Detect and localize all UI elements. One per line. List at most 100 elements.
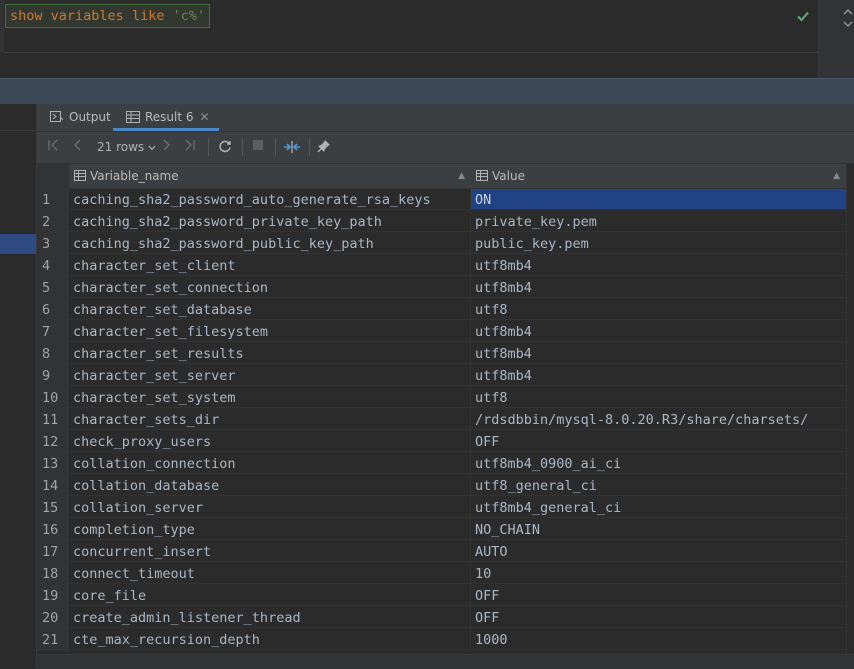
row-number: 20 xyxy=(37,607,69,629)
cell-variable-name[interactable]: connect_timeout xyxy=(69,563,471,584)
cell-variable-name[interactable]: collation_server xyxy=(69,497,471,518)
cell-variable-name[interactable]: caching_sha2_password_auto_generate_rsa_… xyxy=(69,189,471,210)
table-row[interactable]: 6 character_set_database utf8 xyxy=(37,299,846,321)
cell-variable-name[interactable]: check_proxy_users xyxy=(69,431,471,452)
pin-icon[interactable] xyxy=(316,139,332,155)
sort-icon[interactable]: ▲ xyxy=(458,164,465,188)
table-row[interactable]: 19 core_file OFF xyxy=(37,585,846,607)
previous-page-icon[interactable] xyxy=(72,139,84,155)
cell-variable-name[interactable]: character_set_server xyxy=(69,365,471,386)
cell-variable-name[interactable]: caching_sha2_password_private_key_path xyxy=(69,211,471,232)
refresh-icon[interactable] xyxy=(217,139,233,155)
table-row[interactable]: 12 check_proxy_users OFF xyxy=(37,431,846,453)
close-icon[interactable]: ✕ xyxy=(200,110,210,124)
cell-value[interactable]: utf8mb4_0900_ai_ci xyxy=(471,453,846,474)
cell-value[interactable]: utf8mb4 xyxy=(471,365,846,386)
cell-variable-name[interactable]: character_set_client xyxy=(69,255,471,276)
row-number: 5 xyxy=(37,277,69,299)
cell-value[interactable]: ON xyxy=(471,189,846,210)
cell-variable-name[interactable]: cte_max_recursion_depth xyxy=(69,629,471,650)
status-strip xyxy=(37,654,854,669)
table-row[interactable]: 14 collation_database utf8_general_ci xyxy=(37,475,846,497)
table-row[interactable]: 9 character_set_server utf8mb4 xyxy=(37,365,846,387)
table-row[interactable]: 11 character_sets_dir/rdsdbbin/mysql-8.0.… xyxy=(37,409,846,431)
table-row[interactable]: 1 caching_sha2_password_auto_generate_rsa… xyxy=(37,189,846,211)
compare-arrows-icon[interactable] xyxy=(282,139,302,155)
cell-value[interactable]: utf8_general_ci xyxy=(471,475,846,496)
cell-variable-name[interactable]: concurrent_insert xyxy=(69,541,471,562)
table-row[interactable]: 3 caching_sha2_password_public_key_path pu… xyxy=(37,233,846,255)
table-row[interactable]: 18 connect_timeout 10 xyxy=(37,563,846,585)
cell-variable-name[interactable]: character_set_filesystem xyxy=(69,321,471,342)
table-row[interactable]: 16 completion_type NO_CHAIN xyxy=(37,519,846,541)
cell-value[interactable]: utf8mb4 xyxy=(471,277,846,298)
column-header-value[interactable]: Value ▲ xyxy=(471,164,846,189)
row-number: 21 xyxy=(37,629,69,651)
cell-variable-name[interactable]: character_set_connection xyxy=(69,277,471,298)
cell-value[interactable]: utf8mb4 xyxy=(471,343,846,364)
cell-variable-name[interactable]: core_file xyxy=(69,585,471,606)
cell-value[interactable]: 1000 xyxy=(471,629,846,650)
cell-variable-name[interactable]: collation_connection xyxy=(69,453,471,474)
stop-icon[interactable] xyxy=(251,139,265,155)
first-page-icon[interactable] xyxy=(46,139,60,155)
grid-scrollbar[interactable] xyxy=(846,164,854,654)
cell-value[interactable]: private_key.pem xyxy=(471,211,846,232)
table-row[interactable]: 2 caching_sha2_password_private_key_path p… xyxy=(37,211,846,233)
cell-value[interactable]: public_key.pem xyxy=(471,233,846,254)
row-count-dropdown[interactable]: 21 rows xyxy=(97,139,159,155)
table-row[interactable]: 5 character_set_connection utf8mb4 xyxy=(37,277,846,299)
row-number: 16 xyxy=(37,519,69,541)
row-number: 6 xyxy=(37,299,69,321)
table-row[interactable]: 13 collation_connection utf8mb4_0900_ai_ci xyxy=(37,453,846,475)
cell-value[interactable]: /rdsdbbin/mysql-8.0.20.R3/share/charsets… xyxy=(471,409,846,430)
last-page-icon[interactable] xyxy=(183,139,197,155)
query-editor[interactable]: show variables like 'c%' xyxy=(0,0,818,78)
row-number: 19 xyxy=(37,585,69,607)
row-number: 8 xyxy=(37,343,69,365)
cell-variable-name[interactable]: completion_type xyxy=(69,519,471,540)
side-panel-selected-item[interactable] xyxy=(0,234,36,254)
cell-value[interactable]: utf8 xyxy=(471,387,846,408)
table-row[interactable]: 10 character_set_system utf8 xyxy=(37,387,846,409)
cell-variable-name[interactable]: character_sets_dir xyxy=(69,409,471,430)
row-number: 7 xyxy=(37,321,69,343)
cell-value[interactable]: utf8mb4_general_ci xyxy=(471,497,846,518)
cell-value[interactable]: OFF xyxy=(471,585,846,606)
chevron-up-icon[interactable] xyxy=(843,8,853,18)
next-page-icon[interactable] xyxy=(160,139,172,155)
cell-variable-name[interactable]: character_set_system xyxy=(69,387,471,408)
cell-value[interactable]: utf8mb4 xyxy=(471,255,846,276)
sort-icon[interactable]: ▲ xyxy=(833,164,840,188)
tab-result-6[interactable]: Result 6 ✕ xyxy=(113,104,219,131)
column-header-variable-name[interactable]: Variable_name ▲ xyxy=(69,164,472,189)
cell-value[interactable]: OFF xyxy=(471,607,846,628)
cell-variable-name[interactable]: caching_sha2_password_public_key_path xyxy=(69,233,471,254)
table-row[interactable]: 17 concurrent_insert AUTO xyxy=(37,541,846,563)
row-number: 14 xyxy=(37,475,69,497)
table-row[interactable]: 4 character_set_client utf8mb4 xyxy=(37,255,846,277)
cell-value[interactable]: utf8mb4 xyxy=(471,321,846,342)
table-row[interactable]: 15 collation_server utf8mb4_general_ci xyxy=(37,497,846,519)
chevron-down-icon xyxy=(148,140,156,154)
chevron-down-icon[interactable] xyxy=(843,20,853,30)
cell-value[interactable]: 10 xyxy=(471,563,846,584)
table-row[interactable]: 21 cte_max_recursion_depth 1000 xyxy=(37,629,846,651)
cell-value[interactable]: AUTO xyxy=(471,541,846,562)
cell-variable-name[interactable]: create_admin_listener_thread xyxy=(69,607,471,628)
cell-value[interactable]: utf8 xyxy=(471,299,846,320)
row-number: 17 xyxy=(37,541,69,563)
cell-value[interactable]: NO_CHAIN xyxy=(471,519,846,540)
cell-variable-name[interactable]: collation_database xyxy=(69,475,471,496)
tab-output[interactable]: Output xyxy=(50,104,111,131)
cell-variable-name[interactable]: character_set_database xyxy=(69,299,471,320)
cell-value[interactable]: OFF xyxy=(471,431,846,452)
table-row[interactable]: 20 create_admin_listener_thread OFF xyxy=(37,607,846,629)
table-row[interactable]: 8 character_set_results utf8mb4 xyxy=(37,343,846,365)
query-text[interactable]: show variables like 'c%' xyxy=(5,4,211,28)
panel-separator xyxy=(0,78,854,105)
row-number: 12 xyxy=(37,431,69,453)
cell-variable-name[interactable]: character_set_results xyxy=(69,343,471,364)
table-row[interactable]: 7 character_set_filesystem utf8mb4 xyxy=(37,321,846,343)
query-string-literal: 'c%' xyxy=(172,8,206,24)
